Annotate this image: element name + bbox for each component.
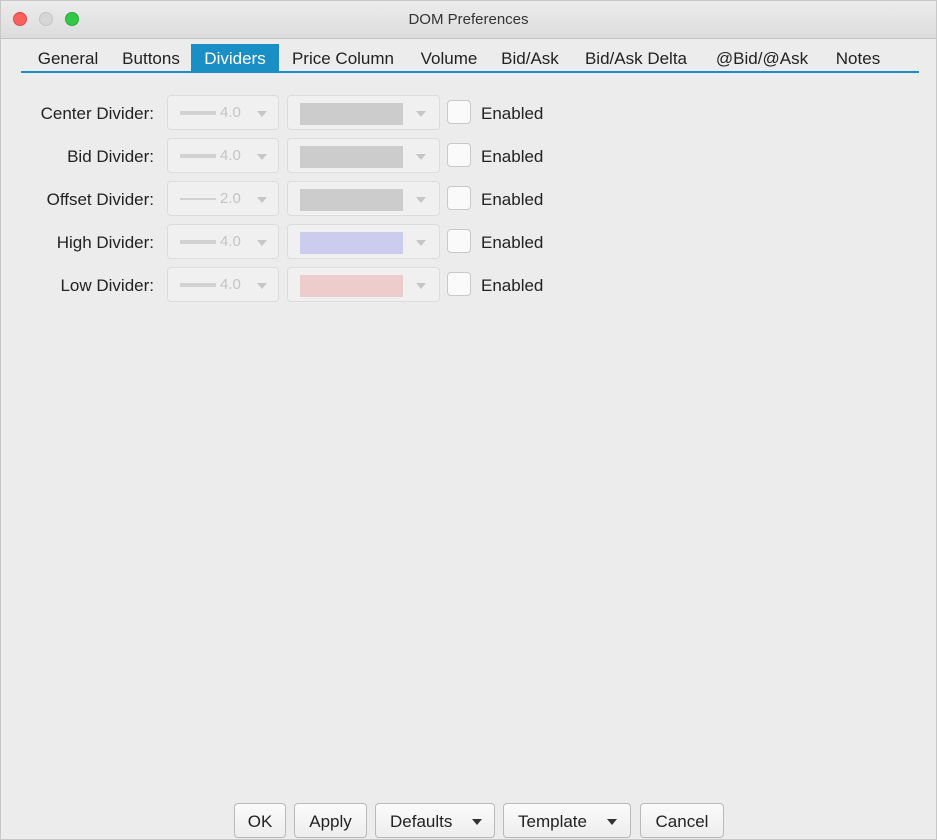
- high-divider-width-select[interactable]: 4.0: [167, 224, 279, 259]
- template-button[interactable]: Template: [503, 803, 631, 838]
- bid-divider-enabled-checkbox[interactable]: [447, 143, 471, 167]
- bid-divider-width-value: 4.0: [220, 147, 241, 164]
- chevron-down-icon: [416, 197, 426, 203]
- tab-dividers[interactable]: Dividers: [191, 44, 279, 73]
- chevron-down-icon: [257, 240, 267, 246]
- cancel-button-label: Cancel: [655, 812, 709, 831]
- high-divider-color-swatch: [300, 232, 403, 254]
- center-divider-enabled-label[interactable]: Enabled: [481, 104, 543, 124]
- high-divider-color-select[interactable]: [287, 224, 440, 259]
- bid-divider-enabled-label[interactable]: Enabled: [481, 147, 543, 167]
- offset-divider-row: Offset Divider: 2.0 Enabled: [1, 181, 937, 217]
- window-title: DOM Preferences: [408, 11, 529, 28]
- bid-divider-row: Bid Divider: 4.0 Enabled: [1, 138, 937, 174]
- low-divider-color-swatch: [300, 275, 403, 297]
- tab-volume[interactable]: Volume: [409, 44, 489, 73]
- line-width-sample: [180, 154, 216, 158]
- offset-divider-enabled-label[interactable]: Enabled: [481, 190, 543, 210]
- offset-divider-label: Offset Divider:: [46, 190, 154, 209]
- defaults-button-label: Defaults: [390, 812, 453, 831]
- center-divider-color-swatch: [300, 103, 403, 125]
- chevron-down-icon: [416, 283, 426, 289]
- low-divider-label: Low Divider:: [60, 276, 154, 295]
- low-divider-color-select[interactable]: [287, 267, 440, 302]
- offset-divider-width-value: 2.0: [220, 190, 241, 207]
- line-width-sample: [180, 283, 216, 287]
- offset-divider-color-swatch: [300, 189, 403, 211]
- bid-divider-width-select[interactable]: 4.0: [167, 138, 279, 173]
- tab-general[interactable]: General: [24, 44, 112, 73]
- bid-divider-color-select[interactable]: [287, 138, 440, 173]
- center-divider-width-select[interactable]: 4.0: [167, 95, 279, 130]
- line-width-sample: [180, 240, 216, 244]
- line-width-sample: [180, 198, 216, 200]
- chevron-down-icon: [416, 240, 426, 246]
- tab-price-column[interactable]: Price Column: [280, 44, 406, 73]
- chevron-down-icon: [257, 154, 267, 160]
- tab-buttons[interactable]: Buttons: [113, 44, 189, 73]
- tab-at-bid-at-ask[interactable]: @Bid/@Ask: [705, 44, 819, 73]
- line-width-sample: [180, 111, 216, 115]
- chevron-down-icon: [257, 111, 267, 117]
- tab-notes[interactable]: Notes: [821, 44, 895, 73]
- chevron-down-icon: [257, 197, 267, 203]
- low-divider-enabled-checkbox[interactable]: [447, 272, 471, 296]
- low-divider-width-select[interactable]: 4.0: [167, 267, 279, 302]
- chevron-down-icon: [472, 819, 482, 825]
- center-divider-width-value: 4.0: [220, 104, 241, 121]
- chevron-down-icon: [257, 283, 267, 289]
- title-bar: DOM Preferences: [1, 1, 936, 39]
- center-divider-color-select[interactable]: [287, 95, 440, 130]
- high-divider-enabled-checkbox[interactable]: [447, 229, 471, 253]
- high-divider-enabled-label[interactable]: Enabled: [481, 233, 543, 253]
- tab-bid-ask[interactable]: Bid/Ask: [491, 44, 569, 73]
- center-divider-enabled-checkbox[interactable]: [447, 100, 471, 124]
- low-divider-row: Low Divider: 4.0 Enabled: [1, 267, 937, 303]
- low-divider-enabled-label[interactable]: Enabled: [481, 276, 543, 296]
- offset-divider-width-select[interactable]: 2.0: [167, 181, 279, 216]
- preferences-window: DOM Preferences General Buttons Dividers…: [0, 0, 937, 840]
- offset-divider-enabled-checkbox[interactable]: [447, 186, 471, 210]
- template-button-label: Template: [518, 812, 587, 831]
- low-divider-width-value: 4.0: [220, 276, 241, 293]
- cancel-button[interactable]: Cancel: [640, 803, 724, 838]
- ok-button[interactable]: OK: [234, 803, 286, 838]
- defaults-button[interactable]: Defaults: [375, 803, 495, 838]
- apply-button-label: Apply: [309, 812, 352, 831]
- center-divider-row: Center Divider: 4.0 Enabled: [1, 95, 937, 131]
- offset-divider-color-select[interactable]: [287, 181, 440, 216]
- bid-divider-label: Bid Divider:: [67, 147, 154, 166]
- tab-bar: General Buttons Dividers Price Column Vo…: [21, 41, 919, 73]
- high-divider-width-value: 4.0: [220, 233, 241, 250]
- apply-button[interactable]: Apply: [294, 803, 367, 838]
- dialog-footer: OK Apply Defaults Template Cancel: [1, 801, 937, 839]
- high-divider-label: High Divider:: [56, 233, 154, 252]
- chevron-down-icon: [607, 819, 617, 825]
- bid-divider-color-swatch: [300, 146, 403, 168]
- high-divider-row: High Divider: 4.0 Enabled: [1, 224, 937, 260]
- chevron-down-icon: [416, 154, 426, 160]
- center-divider-label: Center Divider:: [40, 104, 154, 123]
- tab-bid-ask-delta[interactable]: Bid/Ask Delta: [571, 44, 701, 73]
- chevron-down-icon: [416, 111, 426, 117]
- ok-button-label: OK: [247, 812, 273, 831]
